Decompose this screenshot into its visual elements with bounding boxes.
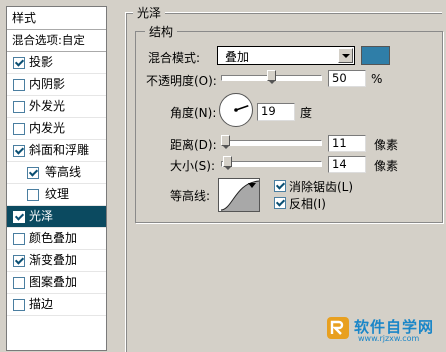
style-item[interactable]: 图案叠加 — [7, 272, 106, 294]
blend-mode-select[interactable]: 叠加 — [217, 46, 355, 65]
style-item-label: 内发光 — [29, 121, 66, 135]
style-item-checkbox[interactable] — [13, 123, 25, 135]
distance-input[interactable]: 11 — [328, 135, 366, 152]
distance-slider-thumb[interactable] — [221, 135, 231, 149]
satin-color-swatch[interactable] — [361, 46, 390, 65]
style-item-label: 光泽 — [29, 209, 54, 223]
opacity-unit: % — [371, 72, 383, 86]
size-input[interactable]: 14 — [328, 156, 366, 173]
style-items: 投影内阴影外发光内发光斜面和浮雕等高线纹理光泽颜色叠加渐变叠加图案叠加描边 — [7, 52, 106, 316]
satin-group-title: 光泽 — [133, 4, 166, 21]
size-slider-track[interactable] — [221, 161, 322, 167]
style-item-label: 内阴影 — [29, 77, 66, 91]
distance-unit: 像素 — [374, 138, 399, 152]
distance-slider-track[interactable] — [221, 140, 322, 146]
style-item-checkbox[interactable] — [27, 189, 39, 201]
style-item[interactable]: 内阴影 — [7, 74, 106, 96]
style-item[interactable]: 纹理 — [7, 184, 106, 206]
style-item-label: 描边 — [29, 297, 54, 311]
style-item[interactable]: 内发光 — [7, 118, 106, 140]
watermark: 软件自学网 www.rjzxw.com — [326, 316, 444, 343]
style-item-label: 斜面和浮雕 — [29, 143, 90, 157]
style-item[interactable]: 等高线 — [7, 162, 106, 184]
style-item-checkbox[interactable] — [13, 211, 25, 223]
invert-checkbox[interactable] — [274, 197, 286, 209]
angle-needle-icon — [234, 105, 249, 112]
style-item-label: 外发光 — [29, 99, 66, 113]
site-logo-icon — [327, 317, 349, 339]
opacity-label: 不透明度(O): — [146, 74, 217, 88]
antialias-label[interactable]: 消除锯齿(L) — [289, 178, 353, 195]
style-item-checkbox[interactable] — [13, 233, 25, 245]
style-item-checkbox[interactable] — [13, 145, 25, 157]
style-item-checkbox[interactable] — [13, 277, 25, 289]
style-item-checkbox[interactable] — [13, 299, 25, 311]
distance-label: 距离(D): — [170, 138, 217, 152]
style-item-label: 等高线 — [45, 165, 82, 179]
style-item-label: 纹理 — [45, 187, 70, 201]
antialias-checkbox[interactable] — [274, 180, 286, 192]
size-label: 大小(S): — [170, 159, 216, 173]
style-list: 样式 混合选项:自定 投影内阴影外发光内发光斜面和浮雕等高线纹理光泽颜色叠加渐变… — [6, 6, 107, 351]
size-unit: 像素 — [374, 159, 399, 173]
contour-label: 等高线: — [170, 189, 211, 203]
style-item-checkbox[interactable] — [13, 57, 25, 69]
blend-mode-value: 叠加 — [225, 50, 250, 64]
angle-input[interactable]: 19 — [257, 103, 295, 121]
invert-label[interactable]: 反相(I) — [289, 195, 326, 212]
contour-dropdown-icon[interactable] — [248, 180, 258, 190]
style-item-checkbox[interactable] — [13, 79, 25, 91]
angle-unit: 度 — [300, 106, 313, 120]
style-item[interactable]: 斜面和浮雕 — [7, 140, 106, 162]
angle-dial[interactable] — [219, 93, 253, 127]
style-item[interactable]: 渐变叠加 — [7, 250, 106, 272]
blend-mode-label: 混合模式: — [148, 51, 201, 65]
style-item[interactable]: 外发光 — [7, 96, 106, 118]
opacity-slider-thumb[interactable] — [266, 70, 276, 84]
style-item-checkbox[interactable] — [13, 101, 25, 113]
style-item[interactable]: 光泽 — [7, 206, 106, 228]
style-item-label: 图案叠加 — [29, 275, 78, 289]
style-item[interactable]: 描边 — [7, 294, 106, 316]
style-item-label: 投影 — [29, 55, 54, 69]
style-item-checkbox[interactable] — [27, 167, 39, 179]
style-item[interactable]: 投影 — [7, 52, 106, 74]
chevron-down-icon[interactable] — [338, 48, 353, 63]
style-item-label: 颜色叠加 — [29, 231, 78, 245]
size-slider-thumb[interactable] — [222, 156, 232, 170]
style-item-label: 渐变叠加 — [29, 253, 78, 267]
structure-group-title: 结构 — [145, 23, 178, 40]
angle-label: 角度(N): — [170, 106, 217, 120]
blending-options-item[interactable]: 混合选项:自定 — [7, 30, 106, 52]
style-item[interactable]: 颜色叠加 — [7, 228, 106, 250]
opacity-input[interactable]: 50 — [328, 70, 366, 87]
style-item-checkbox[interactable] — [13, 255, 25, 267]
styles-header[interactable]: 样式 — [7, 7, 106, 30]
watermark-url: www.rjzxw.com — [358, 334, 420, 343]
